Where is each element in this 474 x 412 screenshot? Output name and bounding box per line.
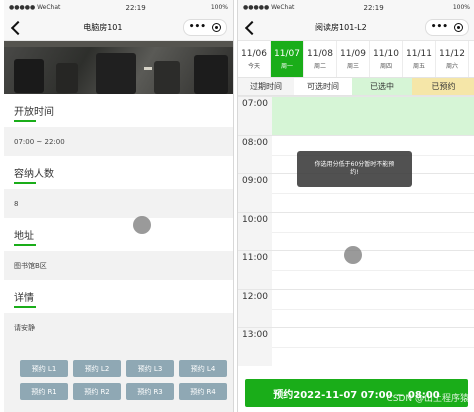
date-label: 11/07 — [274, 48, 300, 59]
book-seat-r4-button[interactable]: 预约 R4 — [179, 383, 227, 400]
time-label: 07:00 — [238, 97, 272, 135]
book-seat-r1-button[interactable]: 预约 R1 — [20, 383, 68, 400]
weekday-label: 周二 — [313, 62, 326, 70]
legend-available: 可选时间 — [294, 78, 352, 95]
legend-booked: 已预约 — [412, 78, 474, 95]
close-miniprogram-icon[interactable] — [211, 23, 221, 32]
half-hour-divider — [272, 347, 474, 348]
status-time: 22:19 — [363, 3, 384, 12]
time-slot-row[interactable]: 12:00 — [238, 288, 474, 327]
seat-booking-grid: 预约 L1 预约 L2 预约 L3 预约 L4 预约 R1 预约 R2 预约 R… — [4, 360, 233, 400]
watermark: CSDN @山上程序猿 — [386, 394, 469, 404]
more-icon[interactable]: ••• — [431, 23, 448, 32]
time-slot-row[interactable]: 07:00 — [238, 96, 474, 135]
weekday-label: 周四 — [379, 62, 392, 70]
date-tab[interactable]: 11/10 周四 — [370, 41, 403, 77]
date-tab[interactable]: 11/08 周二 — [304, 41, 337, 77]
carrier-signal: ●●●●● WeChat — [9, 4, 61, 11]
weekday-label: 周六 — [445, 62, 458, 70]
toast-message: 你选用分低于60分暂时不能预约! — [297, 151, 412, 187]
status-bar: ●●●●● WeChat 22:19 100% — [4, 0, 233, 15]
room-detail-screen: ●●●●● WeChat 22:19 100% 电脑房101 ••• 开放时间 … — [4, 0, 234, 412]
battery-level: 100% — [210, 4, 228, 11]
more-icon[interactable]: ••• — [189, 23, 206, 32]
time-slot-row[interactable]: 13:00 — [238, 327, 474, 366]
carrier-signal: ●●●●● WeChat — [243, 4, 295, 11]
book-seat-l2-button[interactable]: 预约 L2 — [73, 360, 121, 377]
section-value: 07:00 ~ 22:00 — [4, 127, 233, 156]
weekday-label: 周一 — [280, 62, 293, 70]
half-hour-divider — [272, 231, 474, 233]
section-title: 容纳人数 — [4, 156, 233, 189]
book-seat-l1-button[interactable]: 预约 L1 — [20, 360, 68, 377]
section-open-hours: 开放时间 07:00 ~ 22:00 — [4, 94, 233, 156]
section-address: 地址 图书馆B区 — [4, 218, 233, 280]
time-label: 09:00 — [238, 174, 272, 212]
section-details: 详情 请安静 — [4, 280, 233, 342]
legend-expired: 过期时间 — [238, 78, 294, 95]
section-title: 地址 — [4, 218, 233, 251]
time-slot-grid: 07:00 08:00 09:00 10:00 11:00 12:00 13:0… — [238, 96, 474, 386]
section-title: 开放时间 — [4, 94, 233, 127]
time-label: 11:00 — [238, 251, 272, 289]
time-label: 08:00 — [238, 135, 272, 173]
weekday-label: 周三 — [346, 62, 359, 70]
book-seat-l3-button[interactable]: 预约 L3 — [126, 360, 174, 377]
room-photo — [4, 41, 233, 94]
book-seat-r2-button[interactable]: 预约 R2 — [73, 383, 121, 400]
half-hour-divider — [272, 193, 474, 194]
touch-indicator — [344, 246, 362, 264]
page-title: 电脑房101 — [83, 23, 123, 32]
back-icon[interactable] — [10, 20, 26, 35]
date-label: 11/08 — [307, 48, 333, 59]
date-label: 11/10 — [373, 48, 399, 59]
section-capacity: 容纳人数 8 — [4, 156, 233, 218]
weekday-label: 今天 — [247, 62, 260, 70]
date-label: 11/11 — [406, 48, 432, 59]
date-selector: 11/06 今天 11/07 周一 11/08 周二 11/09 周三 11/10 周四 … — [238, 41, 474, 78]
status-legend: 过期时间 可选时间 已选中 已预约 — [238, 78, 474, 96]
time-label: 13:00 — [238, 328, 272, 366]
date-tab[interactable]: 11/06 今天 — [238, 41, 271, 77]
book-seat-l4-button[interactable]: 预约 L4 — [179, 360, 227, 377]
page-title: 阅读房101-L2 — [315, 23, 367, 32]
battery-level: 100% — [452, 4, 470, 11]
date-tab[interactable]: 11/12 周六 — [436, 41, 469, 77]
date-tab-selected[interactable]: 11/07 周一 — [271, 41, 304, 77]
time-label: 10:00 — [238, 212, 272, 250]
touch-indicator — [133, 216, 151, 234]
section-value: 8 — [4, 189, 233, 218]
half-hour-divider — [272, 308, 474, 310]
date-label: 11/06 — [241, 48, 267, 59]
nav-bar: 电脑房101 ••• — [4, 15, 233, 41]
miniprogram-capsule: ••• — [424, 19, 469, 36]
legend-selected: 已选中 — [352, 78, 412, 95]
half-hour-divider — [272, 270, 474, 271]
date-label: 11/09 — [340, 48, 366, 59]
back-icon[interactable] — [244, 20, 260, 35]
date-tab[interactable]: 11/11 周五 — [403, 41, 436, 77]
selected-slot[interactable] — [272, 97, 474, 135]
book-seat-r3-button[interactable]: 预约 R3 — [126, 383, 174, 400]
nav-bar: 阅读房101-L2 ••• — [238, 15, 474, 41]
time-booking-screen: ●●●●● WeChat 22:19 100% 阅读房101-L2 ••• 11… — [237, 0, 474, 412]
date-label: 11/12 — [439, 48, 465, 59]
status-time: 22:19 — [125, 3, 146, 12]
weekday-label: 周五 — [412, 62, 425, 70]
time-label: 12:00 — [238, 289, 272, 327]
status-bar: ●●●●● WeChat 22:19 100% — [238, 0, 474, 15]
section-title: 详情 — [4, 280, 233, 313]
time-slot-row[interactable]: 10:00 — [238, 211, 474, 250]
section-value: 请安静 — [4, 313, 233, 342]
date-tab[interactable]: 11/09 周三 — [337, 41, 370, 77]
section-value: 图书馆B区 — [4, 251, 233, 280]
close-miniprogram-icon[interactable] — [454, 23, 463, 32]
miniprogram-capsule: ••• — [182, 19, 227, 36]
